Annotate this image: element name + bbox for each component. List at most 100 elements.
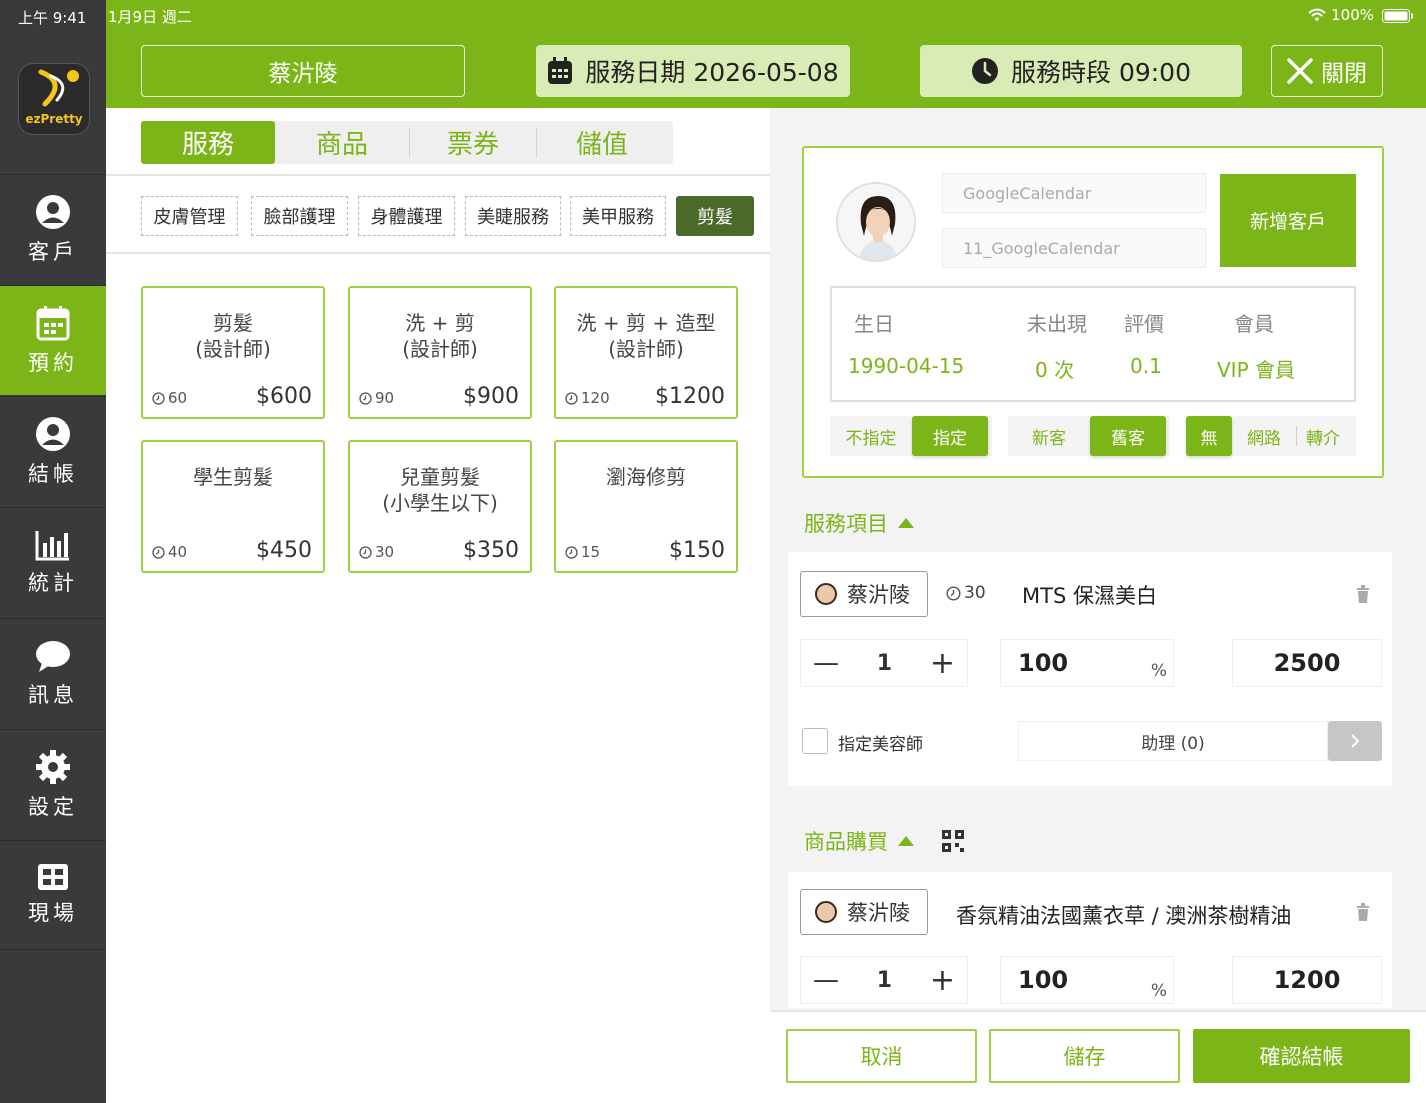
service-card[interactable]: 兒童剪髮 (小學生以下) 30 $350 [348, 440, 532, 573]
service-price: $600 [256, 384, 312, 409]
service-card[interactable]: 瀏海修剪 15 $150 [554, 440, 738, 573]
service-section-header[interactable]: 服務項目 [804, 508, 914, 538]
tab-services[interactable]: 服務 [141, 121, 275, 164]
category-nail[interactable]: 美甲服務 [570, 196, 666, 236]
qr-code-icon[interactable] [942, 830, 964, 852]
no-show-label: 未出現 [1027, 312, 1087, 336]
clock-icon [565, 545, 578, 559]
calendar-icon [548, 57, 573, 84]
collapse-icon [898, 518, 914, 528]
tab-tickets[interactable]: 票券 [410, 121, 536, 164]
nav-label: 預約 [28, 350, 78, 375]
nav-statistics[interactable]: 統計 [0, 507, 106, 617]
staff-selector-button[interactable]: 蔡沜陵 [141, 45, 465, 97]
tab-products[interactable]: 商品 [275, 121, 409, 164]
assistant-next-button[interactable] [1328, 721, 1382, 761]
option-not-designated[interactable]: 不指定 [830, 416, 912, 456]
percent-field[interactable]: 100 % [1000, 956, 1174, 1004]
service-card[interactable]: 剪髮 (設計師) 60 $600 [141, 286, 325, 419]
action-bar: 取消 儲存 確認結帳 [770, 1010, 1426, 1103]
nav-messages[interactable]: 訊息 [0, 618, 106, 728]
service-duration: 30 [359, 543, 394, 561]
google-calendar-field[interactable]: GoogleCalendar [942, 173, 1206, 213]
close-icon [1287, 58, 1313, 84]
service-date-label: 服務日期 2026-05-08 [585, 58, 839, 87]
option-designated[interactable]: 指定 [912, 416, 988, 456]
service-card[interactable]: 學生剪髮 40 $450 [141, 440, 325, 573]
nav-label: 設定 [28, 794, 78, 819]
customer-avatar[interactable] [836, 182, 916, 262]
option-referral[interactable]: 轉介 [1297, 416, 1349, 456]
duration-value: 90 [375, 389, 395, 407]
service-time-button[interactable]: 服務時段 09:00 [920, 45, 1242, 97]
percent-unit: % [1150, 661, 1167, 681]
product-section-header[interactable]: 商品購買 [804, 826, 964, 856]
category-skin[interactable]: 皮膚管理 [141, 196, 238, 236]
service-price: $150 [669, 538, 725, 563]
nav-customers[interactable]: 客戶 [0, 174, 106, 284]
percent-value: 100 [1018, 649, 1069, 677]
customer-card: GoogleCalendar 11_GoogleCalendar 新增客戶 生日… [802, 146, 1384, 478]
category-bar: 皮膚管理 臉部護理 身體護理 美睫服務 美甲服務 剪髮 [106, 174, 770, 254]
service-time-label: 服務時段 09:00 [1011, 58, 1191, 87]
category-haircut[interactable]: 剪髮 [676, 196, 754, 236]
assign-designer-label: 指定美容師 [838, 735, 923, 755]
quantity-value: 1 [876, 650, 893, 676]
plus-button[interactable]: + [930, 646, 955, 681]
staff-tag[interactable]: 蔡沜陵 [800, 571, 928, 617]
service-duration: 90 [359, 389, 394, 407]
save-button[interactable]: 儲存 [989, 1029, 1180, 1083]
rating-value: 0.1 [1130, 354, 1162, 378]
percent-unit: % [1150, 981, 1167, 1001]
logo-text: ezPretty [25, 112, 83, 126]
nav-settings[interactable]: 設定 [0, 729, 106, 839]
service-card[interactable]: 洗 + 剪 (設計師) 90 $900 [348, 286, 532, 419]
plus-button[interactable]: + [930, 963, 955, 998]
percent-field[interactable]: 100 % [1000, 639, 1174, 687]
nav-appointments[interactable]: 預約 [0, 285, 106, 395]
clock-icon [359, 391, 372, 405]
option-online[interactable]: 網路 [1232, 416, 1296, 456]
minus-button[interactable]: — [813, 965, 839, 995]
trash-icon[interactable] [1356, 585, 1370, 603]
close-button[interactable]: 關閉 [1271, 45, 1383, 97]
service-card[interactable]: 洗 + 剪 + 造型 (設計師) 120 $1200 [554, 286, 738, 419]
staff-avatar [815, 583, 837, 605]
order-panel: GoogleCalendar 11_GoogleCalendar 新增客戶 生日… [770, 108, 1426, 1103]
duration-value: 15 [581, 543, 601, 561]
rating-label: 評價 [1124, 312, 1164, 336]
service-price: $350 [463, 538, 519, 563]
minus-button[interactable]: — [813, 648, 839, 678]
birthday-value: 1990-04-15 [848, 354, 965, 378]
price-field[interactable]: 1200 [1232, 956, 1382, 1004]
google-calendar-field-2[interactable]: 11_GoogleCalendar [942, 228, 1206, 268]
product-item-name: 香氛精油法國薰衣草 / 澳洲茶樹精油 [956, 904, 1292, 928]
category-face[interactable]: 臉部護理 [251, 196, 348, 236]
customer-type-toggle: 新客 舊客 [1008, 416, 1170, 456]
price-field[interactable]: 2500 [1232, 639, 1382, 687]
assistant-selector[interactable]: 助理 (0) [1018, 721, 1328, 761]
service-item-card: 蔡沜陵 30 MTS 保濕美白 — 1 + 100 % 2500 指定美容師 助… [788, 552, 1392, 786]
nav-checkout[interactable]: 結帳 [0, 396, 106, 506]
service-name: 兒童剪髮 (小學生以下) [382, 465, 498, 515]
confirm-checkout-button[interactable]: 確認結帳 [1193, 1029, 1410, 1083]
tab-stored-value[interactable]: 儲值 [537, 121, 667, 164]
option-new-customer[interactable]: 新客 [1008, 416, 1090, 456]
category-body[interactable]: 身體護理 [358, 196, 455, 236]
cancel-button[interactable]: 取消 [786, 1029, 977, 1083]
staff-tag[interactable]: 蔡沜陵 [800, 889, 928, 935]
birthday-label: 生日 [854, 312, 894, 336]
option-returning-customer[interactable]: 舊客 [1090, 416, 1166, 456]
assign-designer-checkbox[interactable] [802, 728, 828, 754]
member-label: 會員 [1234, 312, 1274, 336]
new-customer-button[interactable]: 新增客戶 [1220, 174, 1356, 267]
trash-icon[interactable] [1356, 903, 1370, 921]
option-none[interactable]: 無 [1186, 416, 1232, 456]
service-section-title: 服務項目 [804, 512, 888, 536]
close-label: 關閉 [1321, 61, 1367, 87]
nav-onsite[interactable]: 現場 [0, 840, 106, 950]
sidebar: 上午 9:41 ezPretty 客戶 預約 結帳 統計 訊息 設定 現場 [0, 0, 106, 1103]
category-lash[interactable]: 美睫服務 [465, 196, 561, 236]
service-date-button[interactable]: 服務日期 2026-05-08 [536, 45, 850, 97]
duration-value: 120 [581, 389, 610, 407]
